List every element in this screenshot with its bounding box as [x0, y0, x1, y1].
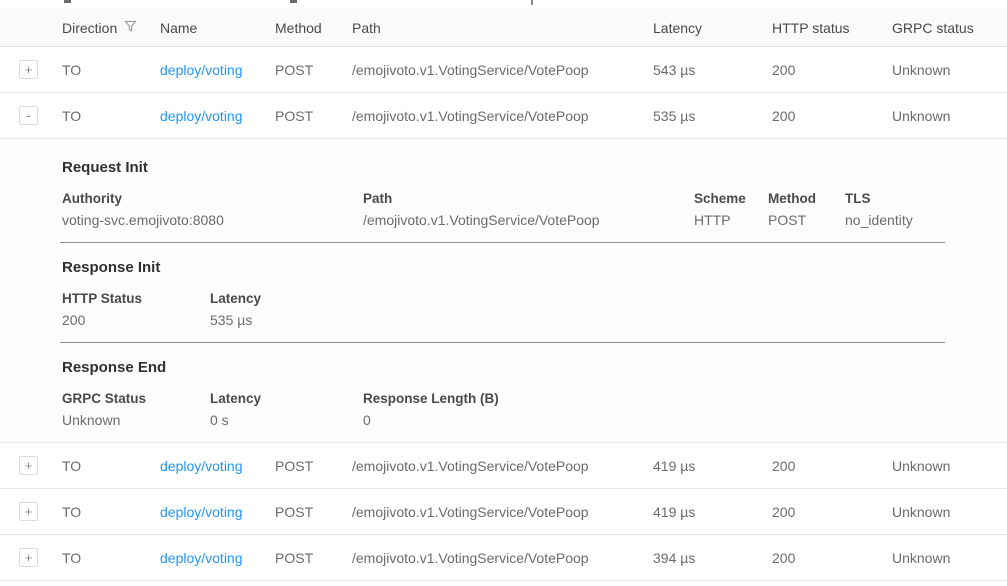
method-cell: POST	[275, 504, 352, 520]
expand-row-button[interactable]: +	[19, 456, 38, 475]
field-value: voting-svc.emojivoto:8080	[62, 212, 353, 228]
cropped-text-fragment	[290, 0, 297, 3]
field-grpc-status: GRPC Status Unknown	[62, 391, 210, 428]
field-value: 535 µs	[210, 312, 935, 328]
column-header-latency: Latency	[653, 20, 772, 36]
field-value: /emojivoto.v1.VotingService/VotePoop	[363, 212, 684, 228]
column-header-grpc-status: GRPC status	[892, 20, 1007, 36]
section-divider	[60, 342, 945, 343]
latency-cell: 394 µs	[653, 550, 772, 566]
field-label: Authority	[62, 191, 353, 206]
latency-cell: 419 µs	[653, 458, 772, 474]
grpc-status-cell: Unknown	[892, 458, 1007, 474]
method-cell: POST	[275, 458, 352, 474]
field-latency: Latency 535 µs	[210, 291, 945, 328]
path-cell: /emojivoto.v1.VotingService/VotePoop	[352, 108, 653, 124]
column-header-label: Direction	[62, 20, 117, 36]
http-status-cell: 200	[772, 108, 892, 124]
section-title: Response Init	[62, 260, 945, 276]
path-cell: /emojivoto.v1.VotingService/VotePoop	[352, 62, 653, 78]
field-value: no_identity	[845, 212, 935, 228]
path-cell: /emojivoto.v1.VotingService/VotePoop	[352, 458, 653, 474]
section-divider	[60, 242, 945, 243]
field-latency: Latency 0 s	[210, 391, 363, 428]
name-link[interactable]: deploy/voting	[160, 458, 243, 474]
field-label: Latency	[210, 291, 935, 306]
direction-cell: TO	[62, 108, 160, 124]
field-label: HTTP Status	[62, 291, 200, 306]
column-header-http-status: HTTP status	[772, 20, 892, 36]
field-value: 200	[62, 312, 200, 328]
section-title: Request Init	[62, 160, 945, 176]
field-response-length: Response Length (B) 0	[363, 391, 945, 428]
name-link[interactable]: deploy/voting	[160, 108, 243, 124]
request-init-section: Request Init Authority voting-svc.emojiv…	[62, 160, 945, 228]
direction-cell: TO	[62, 62, 160, 78]
table-header: Direction Name Method Path Latency HTTP …	[0, 9, 1007, 47]
field-label: Latency	[210, 391, 353, 406]
field-tls: TLS no_identity	[845, 191, 945, 228]
field-scheme: Scheme HTTP	[694, 191, 768, 228]
field-label: Method	[768, 191, 835, 206]
section-title: Response End	[62, 360, 945, 376]
field-label: Path	[363, 191, 684, 206]
collapse-row-button[interactable]: -	[19, 106, 38, 125]
grpc-status-cell: Unknown	[892, 550, 1007, 566]
name-link[interactable]: deploy/voting	[160, 62, 243, 78]
grpc-status-cell: Unknown	[892, 62, 1007, 78]
latency-cell: 419 µs	[653, 504, 772, 520]
cropped-text-fragment	[531, 0, 533, 5]
field-value: 0	[363, 412, 935, 428]
field-label: Response Length (B)	[363, 391, 935, 406]
field-value: HTTP	[694, 212, 758, 228]
response-init-section: Response Init HTTP Status 200 Latency 53…	[62, 260, 945, 328]
field-value: 0 s	[210, 412, 353, 428]
field-value: POST	[768, 212, 835, 228]
grpc-status-cell: Unknown	[892, 108, 1007, 124]
field-label: TLS	[845, 191, 935, 206]
field-authority: Authority voting-svc.emojivoto:8080	[62, 191, 363, 228]
http-status-cell: 200	[772, 550, 892, 566]
table-row: + TO deploy/voting POST /emojivoto.v1.Vo…	[0, 489, 1007, 535]
path-cell: /emojivoto.v1.VotingService/VotePoop	[352, 504, 653, 520]
table-row-expanded: - TO deploy/voting POST /emojivoto.v1.Vo…	[0, 93, 1007, 139]
path-cell: /emojivoto.v1.VotingService/VotePoop	[352, 550, 653, 566]
latency-cell: 543 µs	[653, 62, 772, 78]
field-path: Path /emojivoto.v1.VotingService/VotePoo…	[363, 191, 694, 228]
method-cell: POST	[275, 550, 352, 566]
column-header-path: Path	[352, 20, 653, 36]
http-status-cell: 200	[772, 504, 892, 520]
field-method: Method POST	[768, 191, 845, 228]
grpc-status-cell: Unknown	[892, 504, 1007, 520]
field-label: Scheme	[694, 191, 758, 206]
column-header-name: Name	[160, 20, 275, 36]
field-http-status: HTTP Status 200	[62, 291, 210, 328]
column-header-method: Method	[275, 20, 352, 36]
response-end-section: Response End GRPC Status Unknown Latency…	[62, 360, 945, 428]
http-status-cell: 200	[772, 458, 892, 474]
direction-cell: TO	[62, 458, 160, 474]
field-label: GRPC Status	[62, 391, 200, 406]
cropped-text-fragment	[64, 0, 71, 3]
column-header-direction: Direction	[62, 20, 160, 36]
cropped-content-strip	[0, 0, 1007, 9]
name-link[interactable]: deploy/voting	[160, 550, 243, 566]
table-row: + TO deploy/voting POST /emojivoto.v1.Vo…	[0, 47, 1007, 93]
method-cell: POST	[275, 108, 352, 124]
expand-row-button[interactable]: +	[19, 548, 38, 567]
direction-cell: TO	[62, 550, 160, 566]
expand-row-button[interactable]: +	[19, 502, 38, 521]
method-cell: POST	[275, 62, 352, 78]
latency-cell: 535 µs	[653, 108, 772, 124]
table-row: + TO deploy/voting POST /emojivoto.v1.Vo…	[0, 535, 1007, 581]
direction-cell: TO	[62, 504, 160, 520]
name-link[interactable]: deploy/voting	[160, 504, 243, 520]
expand-row-button[interactable]: +	[19, 60, 38, 79]
field-value: Unknown	[62, 412, 200, 428]
filter-icon[interactable]	[124, 20, 137, 36]
table-row: + TO deploy/voting POST /emojivoto.v1.Vo…	[0, 443, 1007, 489]
row-detail-panel: Request Init Authority voting-svc.emojiv…	[0, 139, 1007, 443]
http-status-cell: 200	[772, 62, 892, 78]
